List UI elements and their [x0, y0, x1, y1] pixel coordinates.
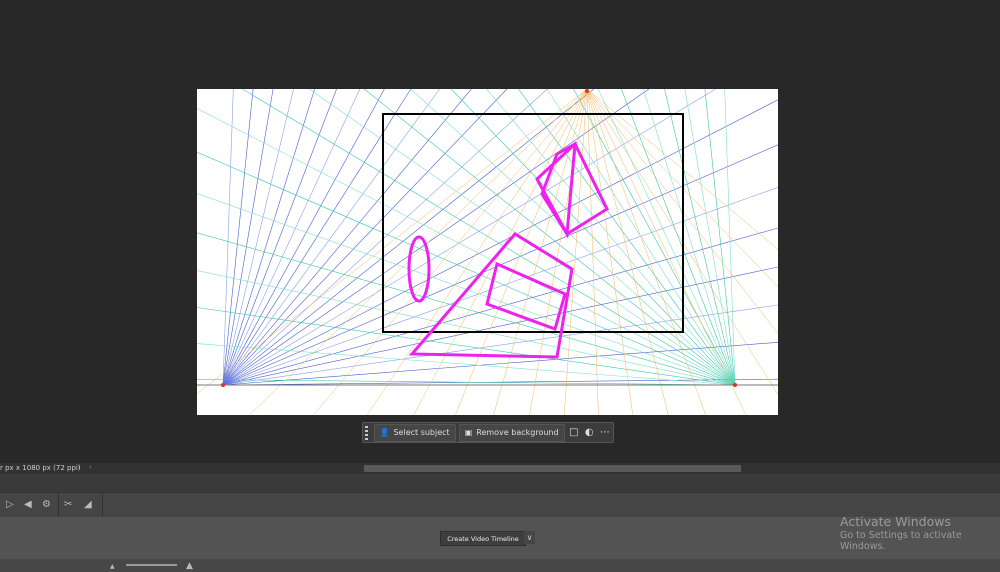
perspective-line [529, 89, 588, 415]
perspective-line [586, 89, 747, 415]
scissors-icon[interactable]: ✂ [64, 499, 72, 510]
timeline-zoom-bar: ▲ ▲ [0, 559, 1000, 572]
image-icon: ▣ [464, 428, 473, 437]
perspective-line [242, 89, 736, 386]
zoom-slider[interactable] [126, 564, 177, 566]
toolbar-divider [58, 493, 59, 517]
perspective-line [222, 89, 594, 386]
perspective-line [222, 304, 778, 386]
perspective-line [493, 89, 588, 415]
perspective-line [222, 89, 315, 386]
settings-icon[interactable]: ⚙ [42, 499, 51, 510]
perspective-line [664, 89, 736, 386]
perspective-line [249, 89, 588, 415]
transition-icon[interactable]: ◢ [84, 499, 92, 510]
magenta-stroke [408, 232, 574, 359]
person-icon: 👤 [379, 428, 390, 437]
contextual-task-bar: 👤 Select subject ▣ Remove background □ ◐… [362, 422, 614, 443]
remove-background-label: Remove background [476, 428, 559, 437]
perspective-line [222, 89, 548, 386]
perspective-line [222, 89, 361, 386]
scroll-left-arrow[interactable]: ‹ [89, 463, 92, 471]
perspective-line [222, 89, 650, 386]
perspective-line [563, 89, 588, 415]
perspective-line [704, 89, 736, 386]
zoom-out-icon[interactable]: ▲ [110, 563, 115, 570]
timeline-header [0, 474, 1000, 492]
drag-handle[interactable] [365, 425, 368, 440]
perspective-sketch [197, 89, 778, 415]
perspective-line [366, 89, 588, 415]
perspective-line [222, 89, 234, 386]
remove-background-button[interactable]: ▣ Remove background [458, 423, 565, 442]
zoom-in-icon[interactable]: ▲ [186, 561, 193, 571]
perspective-line [586, 89, 669, 415]
vanishing-point [585, 89, 589, 93]
perspective-line [597, 89, 736, 386]
select-subject-label: Select subject [393, 428, 450, 437]
perspective-line [197, 108, 736, 386]
watermark-subtitle: Go to Settings to activate Windows. [840, 530, 962, 552]
perspective-line [197, 232, 736, 386]
perspective-line [455, 89, 588, 415]
perspective-line [222, 89, 254, 386]
perspective-line [222, 89, 385, 386]
chevron-down-icon[interactable]: ∨ [524, 531, 535, 544]
perspective-line [222, 89, 294, 386]
perspective-line [573, 89, 736, 386]
perspective-line [222, 89, 716, 386]
select-subject-button[interactable]: 👤 Select subject [373, 423, 456, 442]
watermark-title: Activate Windows [840, 514, 951, 529]
toolbar-divider [102, 493, 103, 517]
perspective-line [222, 99, 778, 386]
create-video-timeline-label: Create Video Timeline [447, 534, 519, 543]
horizontal-scrollbar[interactable] [364, 465, 741, 472]
perspective-line [586, 89, 634, 415]
document-info[interactable]: r px x 1080 px (72 ppi) [0, 464, 81, 472]
step-forward-icon[interactable]: ▷ [6, 499, 14, 510]
vanishing-point [733, 383, 737, 387]
magenta-stroke [485, 261, 567, 331]
vanishing-point [221, 383, 225, 387]
perspective-line [643, 89, 736, 386]
status-arrow-right[interactable]: › [78, 463, 81, 471]
document-canvas[interactable] [197, 89, 778, 415]
perspective-line [410, 89, 736, 386]
magenta-stroke [407, 235, 431, 303]
play-back-icon[interactable]: ◀ [24, 499, 32, 510]
perspective-line [222, 89, 440, 386]
create-video-timeline-button[interactable]: Create Video Timeline [440, 531, 526, 546]
activate-windows-watermark: Activate Windows Go to Settings to activ… [840, 514, 1000, 552]
crop-transform-icon[interactable]: □ [568, 427, 580, 438]
adjustment-icon[interactable]: ◐ [583, 427, 595, 438]
more-icon[interactable]: ⋯ [599, 427, 611, 438]
